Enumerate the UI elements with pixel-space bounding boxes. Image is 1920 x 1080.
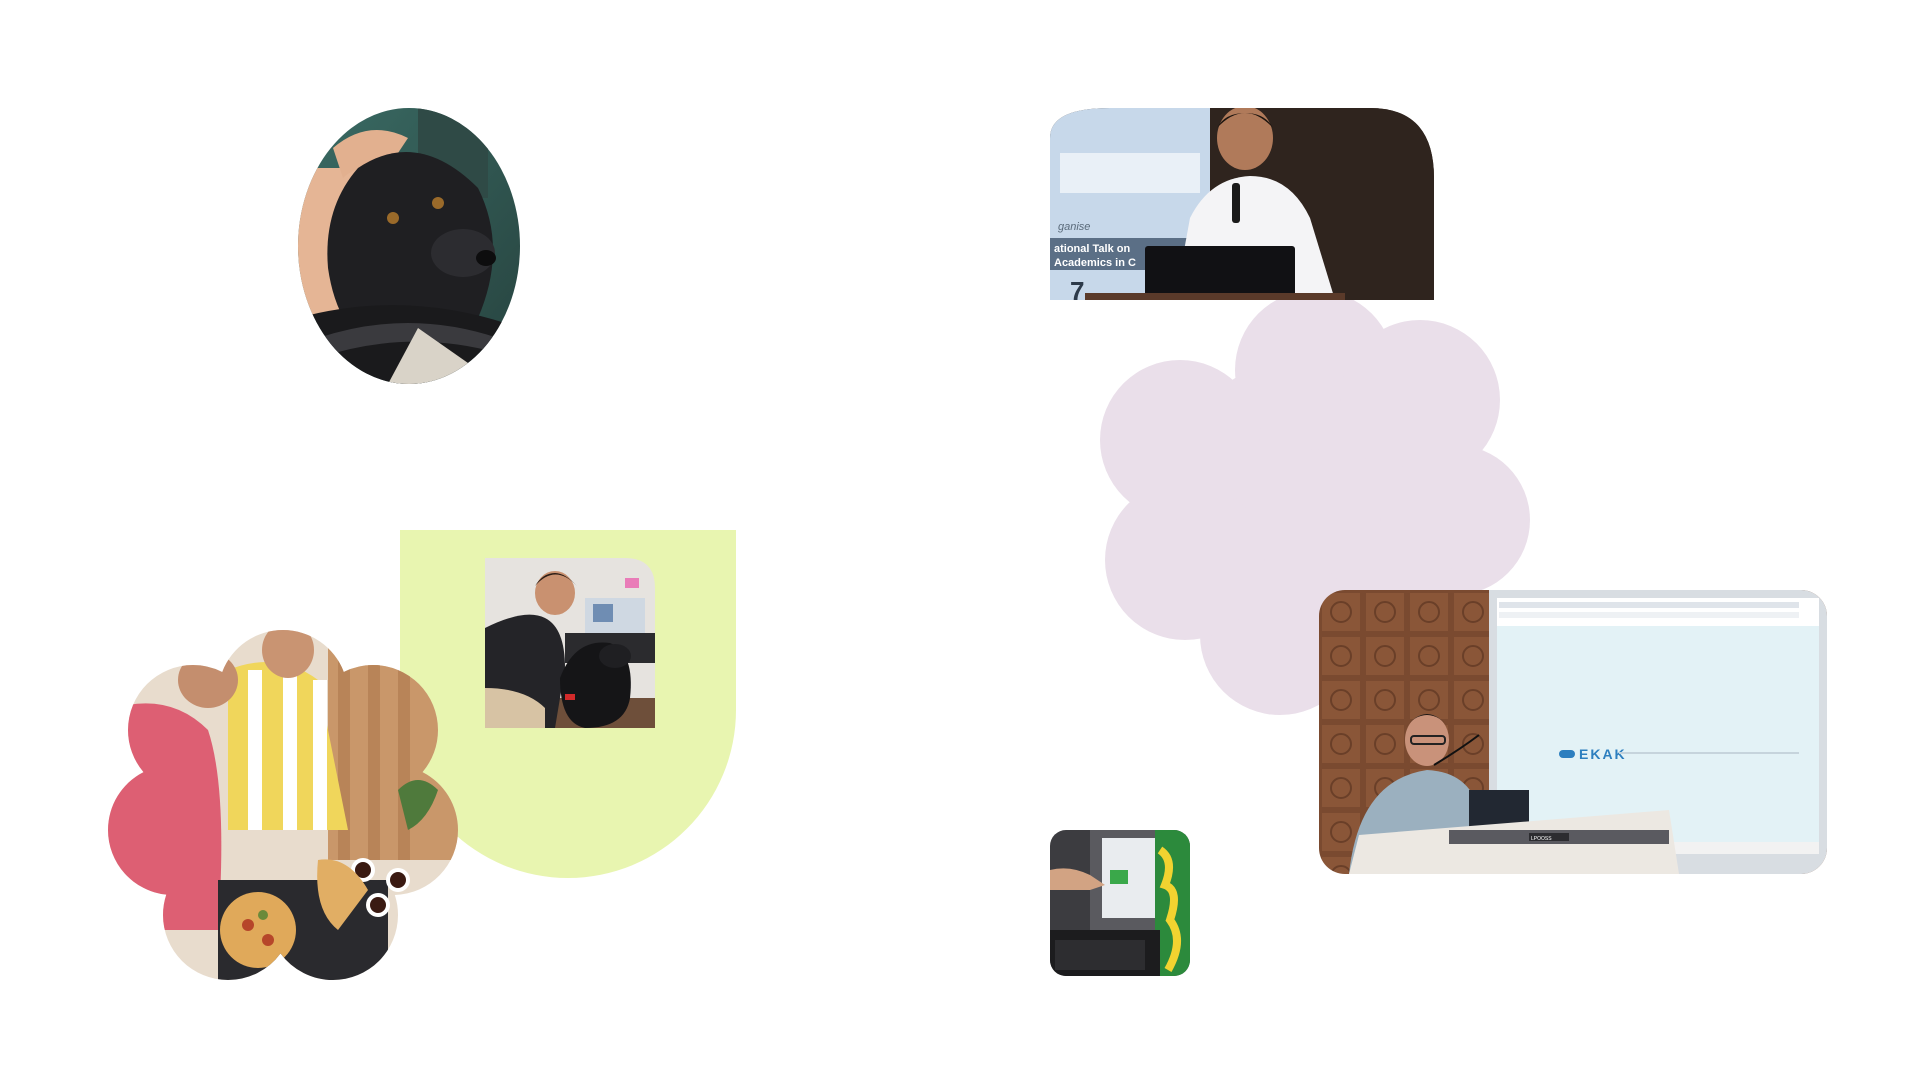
photo-dog-portrait xyxy=(298,108,520,384)
slide-line-1: ganise xyxy=(1058,221,1090,233)
lectern-label-text: LPOOSS xyxy=(1531,836,1552,842)
photo-speaker-podium: ganise ational Talk on Academics in C 7 xyxy=(1050,108,1434,300)
slide-line-3: Academics in C xyxy=(1054,257,1136,269)
photo-computer-screen xyxy=(1050,830,1190,976)
photo-team-pizza xyxy=(108,630,458,980)
photo-presenter-screen: EKAK LPOOSS xyxy=(1319,590,1827,874)
slide-line-2: ational Talk on xyxy=(1054,243,1130,255)
photo-man-with-dog xyxy=(485,558,655,728)
photo-gallery: ganise ational Talk on Academics in C 7 xyxy=(0,0,1920,1080)
svg-text:7: 7 xyxy=(1070,276,1084,300)
